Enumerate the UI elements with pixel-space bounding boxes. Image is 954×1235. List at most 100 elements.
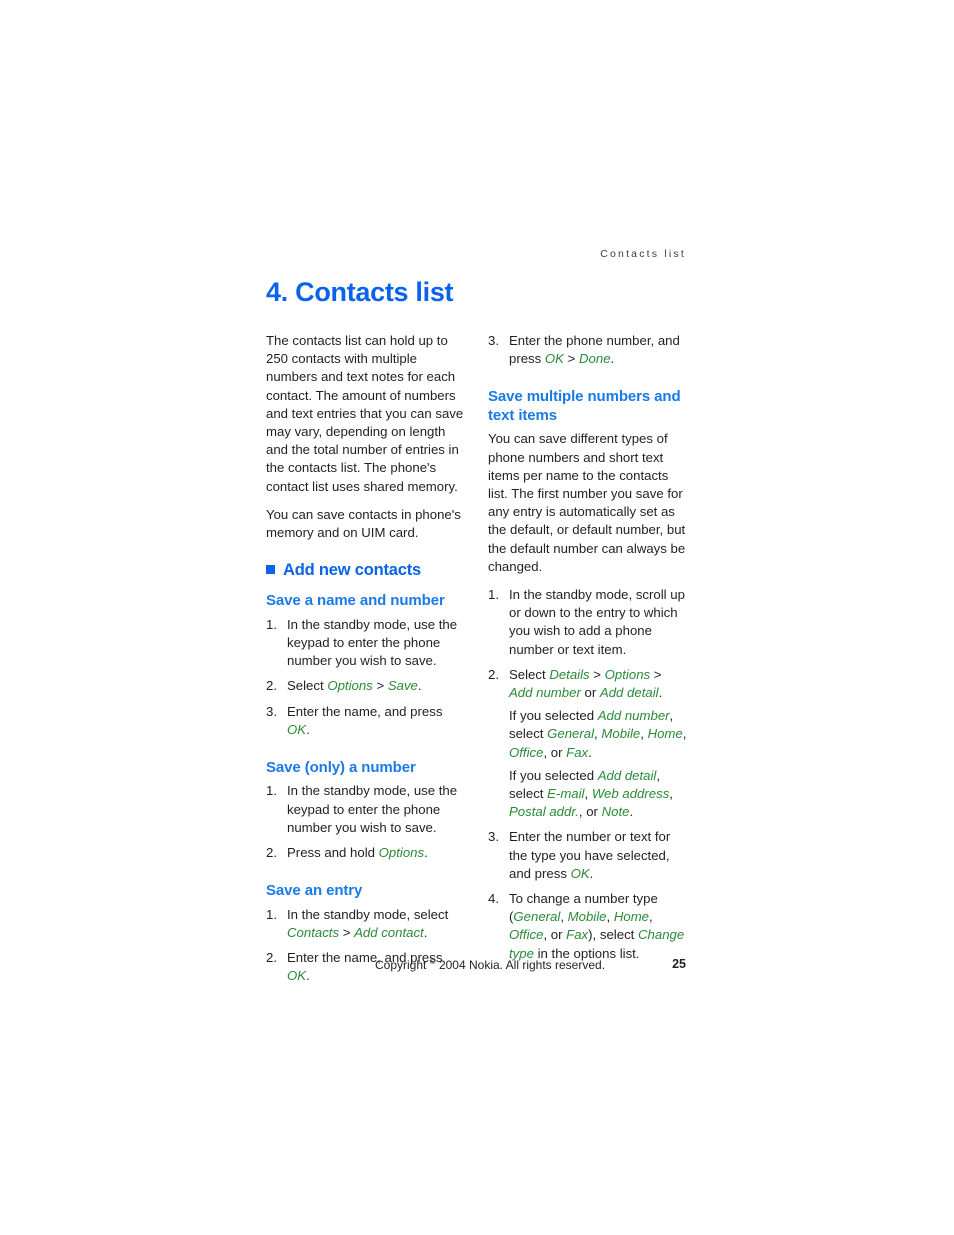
substep-add-detail: If you selected Add detail, select E-mai…	[509, 767, 688, 822]
separator: >	[563, 351, 580, 367]
list-item: 3. Enter the number or text for the type…	[488, 828, 688, 883]
list-item: 1. In the standby mode, use the keypad t…	[266, 616, 466, 671]
subheading-save-an-entry: Save an entry	[266, 882, 363, 900]
list-item: 2. Select Options > Save.	[266, 677, 466, 695]
separator: >	[372, 678, 388, 694]
ui-term-ok: OK	[287, 721, 307, 737]
comma: ,	[606, 909, 614, 925]
steps-save-a-name-and-number: 1. In the standby mode, use the keypad t…	[266, 616, 466, 739]
comma: ,	[682, 726, 687, 742]
step-text-post: .	[306, 721, 310, 737]
step-text-pre: Select	[287, 678, 328, 694]
subheading-save-only-a-number: Save (only) a number	[266, 758, 416, 776]
ui-term-general: General	[547, 726, 595, 742]
step-number: 3.	[488, 333, 499, 348]
steps-save-an-entry: 1. In the standby mode, select Contacts …	[266, 906, 466, 986]
comma: , or	[578, 804, 602, 820]
steps-save-only-a-number: 1. In the standby mode, use the keypad t…	[266, 782, 466, 862]
ui-term-office: Office	[509, 744, 544, 760]
comma: , or	[543, 927, 567, 943]
ui-term-add-number: Add number	[509, 685, 581, 701]
step-text-post: .	[424, 845, 428, 861]
substep-text-post: .	[588, 744, 592, 760]
ui-term-general: General	[513, 909, 561, 925]
subheading-save-a-name-and-number: Save a name and number	[266, 592, 445, 610]
step-text-post: .	[589, 865, 594, 881]
intro-paragraph-1: The contacts list can hold up to 250 con…	[266, 333, 464, 494]
section-heading-add-new-contacts: Add new contacts	[266, 560, 466, 580]
ui-term-home: Home	[613, 909, 650, 925]
ui-term-add-number: Add number	[597, 708, 670, 724]
step-text-post: .	[306, 968, 310, 984]
right-column: 3. Enter the phone number, and press OK …	[488, 332, 688, 970]
right-column-paragraph: You can save different types of phone nu…	[488, 431, 686, 574]
steps-continued-save-a-name-and-number: 3. Enter the phone number, and press OK …	[488, 332, 688, 368]
ui-term-add-detail: Add detail	[597, 767, 657, 783]
left-column: The contacts list can hold up to 250 con…	[266, 332, 466, 993]
subheading-save-multiple-numbers-and-text-items: Save multiple numbers and text items	[488, 388, 681, 424]
section-heading-label: Add new contacts	[283, 561, 421, 580]
page-title: 4. Contacts list	[266, 277, 454, 307]
list-item: 4. To change a number type (General, Mob…	[488, 890, 688, 963]
ui-term-contacts: Contacts	[287, 924, 340, 940]
conjunction: or	[580, 685, 600, 701]
ui-term-home: Home	[647, 726, 683, 742]
comma: , or	[543, 744, 567, 760]
document-page: Contacts list 4. Contacts list The conta…	[0, 0, 954, 1235]
ui-term-postal-addr: Postal addr.	[509, 804, 579, 820]
list-item: 1. In the standby mode, scroll up or dow…	[488, 586, 688, 659]
copyright-pre: Copyright	[375, 958, 430, 972]
step-number: 2.	[266, 678, 277, 694]
list-item: 1. In the standby mode, select Contacts …	[266, 906, 466, 942]
comma: ,	[584, 786, 592, 802]
substep-add-number: If you selected Add number, select Gener…	[509, 707, 688, 762]
step-number: 1.	[266, 616, 277, 632]
ui-term-options: Options	[378, 845, 425, 861]
list-item: 2. Select Details > Options > Add number…	[488, 666, 688, 822]
substep-text-pre: If you selected	[509, 708, 598, 724]
step-text-post: .	[658, 685, 663, 701]
step-text-pre: In the standby mode, select	[287, 906, 449, 922]
copyright-post: 2004 Nokia. All rights reserved.	[435, 958, 606, 972]
step-text-post: .	[417, 678, 422, 694]
ui-term-fax: Fax	[566, 927, 589, 943]
ui-term-mobile: Mobile	[601, 726, 641, 742]
ui-term-web-address: Web address	[591, 786, 670, 802]
steps-save-multiple-numbers: 1. In the standby mode, scroll up or dow…	[488, 586, 688, 963]
ui-term-add-detail: Add detail	[599, 685, 659, 701]
step-number: 3.	[266, 703, 277, 719]
step-text-post: .	[610, 351, 615, 367]
step-text-post: .	[423, 924, 428, 940]
ui-term-ok: OK	[544, 351, 564, 367]
ui-term-ok: OK	[570, 865, 590, 881]
comma: ,	[640, 726, 648, 742]
step-number: 1.	[266, 783, 277, 799]
step-number: 2.	[266, 845, 277, 861]
running-header: Contacts list	[600, 248, 686, 260]
list-item: 3. Enter the phone number, and press OK …	[488, 332, 688, 368]
step-text: In the standby mode, use the keypad to e…	[287, 783, 458, 835]
ui-term-fax: Fax	[566, 744, 589, 760]
separator: >	[339, 924, 355, 940]
comma: ,	[560, 909, 568, 925]
comma: ,	[669, 786, 673, 802]
step-text-pre: Select	[509, 666, 550, 682]
list-item: 1. In the standby mode, use the keypad t…	[266, 782, 466, 837]
square-bullet-icon	[266, 565, 275, 575]
copyright-notice: Copyright © 2004 Nokia. All rights reser…	[375, 957, 605, 972]
list-item: 2. Press and hold Options.	[266, 844, 466, 862]
separator: >	[589, 666, 605, 682]
ui-term-note: Note	[601, 804, 630, 820]
comma: ), select	[588, 927, 638, 943]
step-text: In the standby mode, use the keypad to e…	[287, 616, 458, 669]
step-number: 4.	[488, 891, 499, 907]
separator: >	[650, 666, 662, 682]
ui-term-details: Details	[549, 666, 590, 682]
ui-term-options: Options	[604, 666, 651, 682]
ui-term-ok: OK	[287, 968, 307, 984]
step-number: 2.	[488, 666, 499, 682]
ui-term-office: Office	[509, 927, 544, 943]
ui-term-save: Save	[387, 678, 418, 694]
step-text-pre: Press and hold	[287, 845, 379, 861]
step-number: 1.	[266, 906, 277, 922]
